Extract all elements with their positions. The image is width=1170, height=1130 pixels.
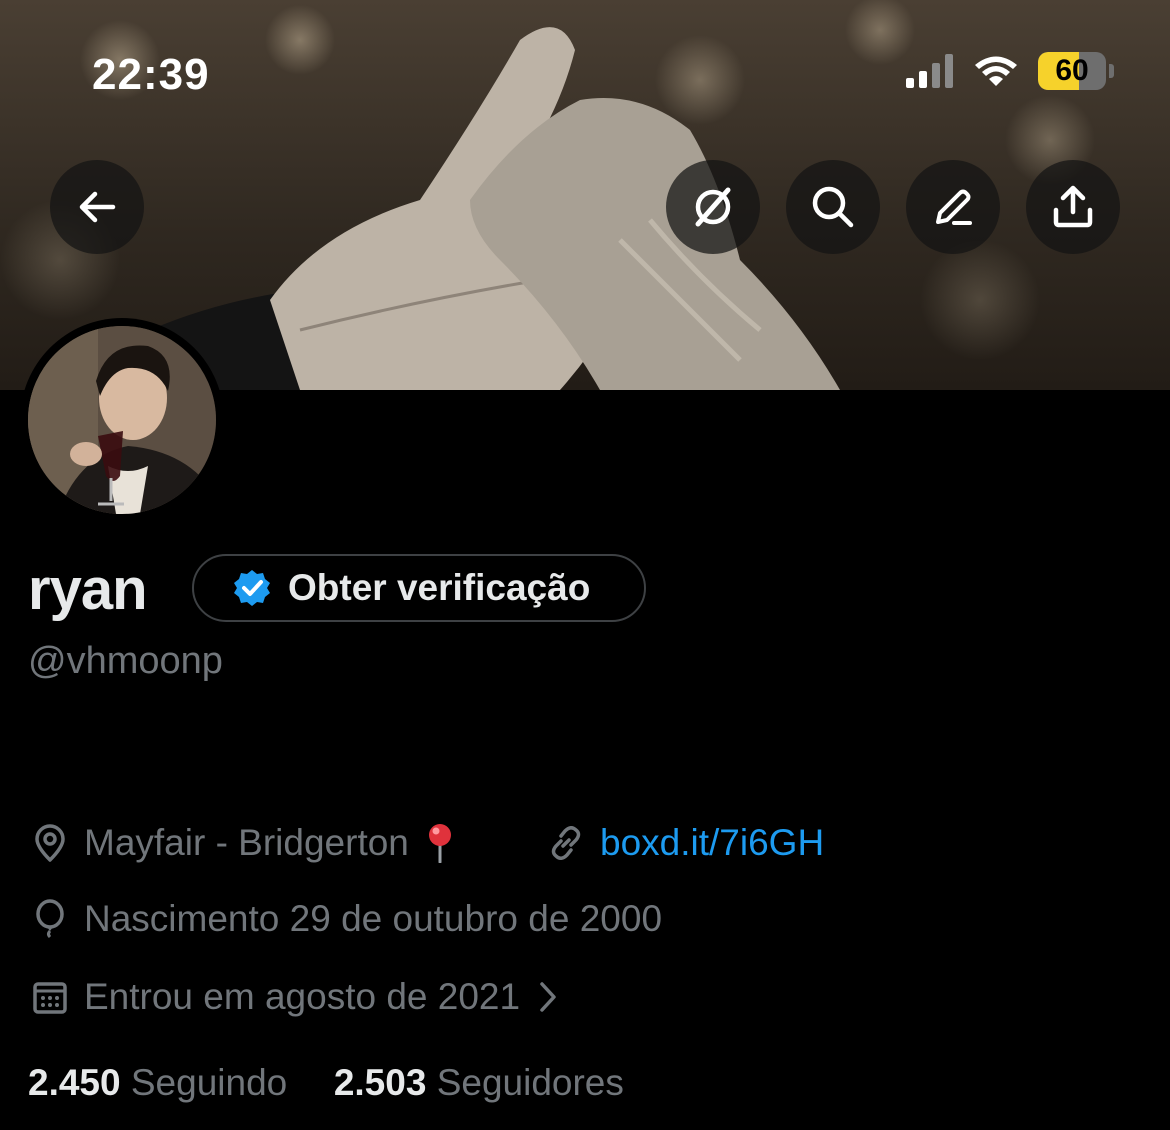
arrow-left-icon xyxy=(79,191,116,223)
verified-badge-icon xyxy=(234,570,270,606)
followers-label: Seguidores xyxy=(436,1062,624,1103)
link-icon xyxy=(551,826,581,860)
location-text: Mayfair - Bridgerton xyxy=(84,822,409,863)
edit-button[interactable] xyxy=(906,160,1000,254)
chevron-right-icon xyxy=(540,982,556,1012)
cellular-signal-icon xyxy=(906,54,953,88)
status-time: 22:39 xyxy=(92,50,210,99)
wifi-icon xyxy=(975,56,1017,86)
joined-row[interactable]: Entrou em agosto de 2021 xyxy=(30,976,560,1018)
profile-name: ryan xyxy=(28,557,148,622)
profile-handle: @vhmoonp xyxy=(28,640,223,682)
followers-count: 2.503 xyxy=(333,1062,427,1103)
calendar-icon xyxy=(33,982,67,1014)
avatar[interactable] xyxy=(20,318,224,522)
avatar-image xyxy=(28,326,216,514)
pencil-icon xyxy=(936,189,972,225)
website-link[interactable]: boxd.it/7i6GH xyxy=(600,822,824,864)
followers-link[interactable]: 2.503 Seguidores xyxy=(334,1062,624,1103)
search-icon xyxy=(812,186,854,228)
following-count: 2.450 xyxy=(28,1062,121,1103)
share-icon xyxy=(1053,185,1093,228)
share-button[interactable] xyxy=(1026,160,1120,254)
balloon-icon xyxy=(36,899,64,939)
battery-icon: 60 xyxy=(1038,52,1114,90)
get-verified-label: Obter verificação xyxy=(288,567,591,608)
following-label: Seguindo xyxy=(130,1062,288,1103)
website-row[interactable]: boxd.it/7i6GH xyxy=(546,822,824,864)
birthday-row: Nascimento 29 de outubro de 2000 xyxy=(30,898,662,940)
birthday-text: Nascimento 29 de outubro de 2000 xyxy=(84,898,663,939)
battery-level: 60 xyxy=(1055,54,1089,87)
location-pin-icon xyxy=(35,824,65,862)
status-indicators: 60 xyxy=(906,52,1114,90)
round-pushpin-icon xyxy=(428,824,451,863)
joined-text: Entrou em agosto de 2021 xyxy=(84,976,521,1017)
following-link[interactable]: 2.450 Seguindo xyxy=(28,1062,287,1103)
grok-button[interactable] xyxy=(666,160,760,254)
search-button[interactable] xyxy=(786,160,880,254)
get-verified-button[interactable]: Obter verificação xyxy=(192,554,646,622)
back-button[interactable] xyxy=(50,160,144,254)
grok-icon xyxy=(695,187,731,227)
follow-stats: 2.450 Seguindo 2.503 Seguidores xyxy=(28,1062,624,1104)
location-row: Mayfair - Bridgerton xyxy=(30,822,457,864)
